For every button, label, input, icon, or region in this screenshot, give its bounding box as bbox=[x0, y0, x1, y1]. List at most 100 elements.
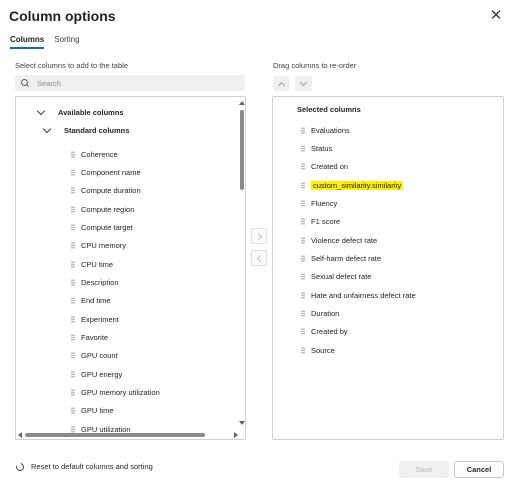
drag-handle-icon[interactable] bbox=[301, 327, 305, 335]
drag-handle-icon[interactable] bbox=[301, 144, 305, 152]
list-item[interactable]: GPU time bbox=[71, 402, 114, 418]
list-item[interactable]: Created on bbox=[301, 158, 348, 174]
list-item[interactable]: CPU memory bbox=[71, 237, 126, 253]
list-item[interactable]: Coherence bbox=[71, 146, 118, 162]
chevron-down-icon[interactable] bbox=[36, 106, 46, 115]
list-item[interactable]: Violence defect rate bbox=[301, 232, 377, 248]
reset-icon bbox=[14, 461, 26, 472]
group-label: Standard columns bbox=[64, 125, 130, 135]
column-label: GPU energy bbox=[81, 369, 123, 379]
column-label: Created on bbox=[311, 161, 349, 171]
list-item[interactable]: Experiment bbox=[71, 311, 119, 327]
scroll-right-icon[interactable] bbox=[234, 432, 238, 438]
list-item[interactable]: Evaluations bbox=[301, 122, 350, 138]
right-section-label: Drag columns to re-order bbox=[273, 61, 357, 70]
list-item[interactable]: GPU count bbox=[71, 347, 118, 363]
drag-handle-icon[interactable] bbox=[301, 272, 305, 280]
drag-handle-icon[interactable] bbox=[301, 254, 305, 262]
list-item[interactable]: Status bbox=[301, 140, 332, 156]
drag-handle-icon[interactable] bbox=[301, 236, 305, 244]
vertical-scroll-thumb[interactable] bbox=[240, 110, 244, 190]
group-standard-columns[interactable]: Standard columns bbox=[42, 122, 130, 138]
horizontal-scroll-thumb[interactable] bbox=[25, 433, 205, 437]
list-item[interactable]: Sexual defect rate bbox=[301, 268, 371, 284]
add-column-button[interactable] bbox=[251, 228, 267, 244]
scroll-left-icon[interactable] bbox=[18, 432, 22, 438]
selected-columns-header: Selected columns bbox=[297, 105, 361, 114]
list-item[interactable]: Favorite bbox=[71, 329, 108, 345]
scroll-down-icon[interactable] bbox=[239, 421, 245, 425]
tab-sorting[interactable]: Sorting bbox=[54, 35, 79, 49]
drag-handle-icon[interactable] bbox=[71, 315, 75, 323]
search-input[interactable] bbox=[37, 78, 237, 88]
horizontal-scrollbar[interactable] bbox=[18, 432, 238, 438]
list-item[interactable]: End time bbox=[71, 292, 111, 308]
drag-handle-icon[interactable] bbox=[71, 406, 75, 414]
list-item[interactable]: Fluency bbox=[301, 195, 337, 211]
drag-handle-icon[interactable] bbox=[71, 205, 75, 213]
column-label: GPU memory utilization bbox=[81, 387, 160, 397]
list-item[interactable]: Self-harm defect rate bbox=[301, 250, 381, 266]
column-label: Self-harm defect rate bbox=[311, 253, 382, 263]
drag-handle-icon[interactable] bbox=[71, 168, 75, 176]
list-item[interactable]: CPU time bbox=[71, 256, 113, 272]
tab-columns[interactable]: Columns bbox=[10, 35, 45, 49]
column-label: Description bbox=[81, 277, 119, 287]
save-button[interactable]: Save bbox=[399, 461, 449, 478]
column-label: Compute region bbox=[81, 204, 135, 214]
list-item[interactable]: Duration bbox=[301, 305, 339, 321]
group-available-columns[interactable]: Available columns bbox=[36, 104, 124, 120]
drag-handle-icon[interactable] bbox=[301, 217, 305, 225]
chevron-down-icon bbox=[299, 78, 308, 86]
scroll-up-icon[interactable] bbox=[239, 101, 245, 105]
chevron-right-icon bbox=[254, 232, 262, 240]
drag-handle-icon[interactable] bbox=[71, 351, 75, 359]
list-item[interactable]: GPU energy bbox=[71, 366, 122, 382]
column-label: Evaluations bbox=[311, 125, 350, 135]
column-label: Fluency bbox=[311, 198, 338, 208]
drag-handle-icon[interactable] bbox=[71, 278, 75, 286]
drag-handle-icon[interactable] bbox=[301, 199, 305, 207]
drag-handle-icon[interactable] bbox=[71, 186, 75, 194]
drag-handle-icon[interactable] bbox=[301, 291, 305, 299]
chevron-down-icon[interactable] bbox=[42, 124, 52, 133]
remove-column-button[interactable] bbox=[251, 250, 267, 266]
drag-handle-icon[interactable] bbox=[71, 241, 75, 249]
drag-handle-icon[interactable] bbox=[301, 162, 305, 170]
column-label: Compute duration bbox=[81, 185, 141, 195]
reset-link[interactable]: Reset to default columns and sorting bbox=[14, 461, 153, 472]
list-item[interactable]: GPU memory utilization bbox=[71, 384, 160, 400]
drag-handle-icon[interactable] bbox=[71, 260, 75, 268]
drag-handle-icon[interactable] bbox=[301, 126, 305, 134]
list-item[interactable]: Compute region bbox=[71, 201, 134, 217]
drag-handle-icon[interactable] bbox=[301, 309, 305, 317]
move-up-button[interactable] bbox=[273, 76, 290, 91]
vertical-scrollbar[interactable] bbox=[239, 101, 245, 427]
drag-handle-icon[interactable] bbox=[71, 296, 75, 304]
search-box[interactable] bbox=[15, 75, 245, 91]
list-item[interactable]: F1 score bbox=[301, 213, 340, 229]
list-item[interactable]: Created by bbox=[301, 323, 348, 339]
available-columns-panel: Available columns Standard columns Coher… bbox=[15, 96, 246, 440]
drag-handle-icon[interactable] bbox=[71, 223, 75, 231]
close-icon[interactable]: ✕ bbox=[489, 8, 503, 23]
list-item[interactable]: Compute target bbox=[71, 219, 133, 235]
list-item[interactable]: custom_similarity.similarity bbox=[301, 177, 404, 193]
selected-columns-panel: Selected columns Evaluations Status Crea… bbox=[272, 96, 504, 440]
drag-handle-icon[interactable] bbox=[71, 333, 75, 341]
drag-handle-icon[interactable] bbox=[71, 370, 75, 378]
drag-handle-icon[interactable] bbox=[71, 388, 75, 396]
list-item[interactable]: Compute duration bbox=[71, 182, 141, 198]
drag-handle-icon[interactable] bbox=[71, 150, 75, 158]
cancel-button[interactable]: Cancel bbox=[454, 461, 504, 478]
list-item[interactable]: Description bbox=[71, 274, 119, 290]
list-item[interactable]: Hate and unfairness defect rate bbox=[301, 287, 416, 303]
list-item[interactable]: Source bbox=[301, 342, 335, 358]
drag-handle-icon[interactable] bbox=[301, 181, 305, 189]
move-down-button[interactable] bbox=[295, 76, 312, 91]
drag-handle-icon[interactable] bbox=[301, 346, 305, 354]
column-label: GPU count bbox=[81, 350, 118, 360]
column-label: Created by bbox=[311, 326, 348, 336]
search-icon bbox=[21, 79, 29, 87]
list-item[interactable]: Component name bbox=[71, 164, 141, 180]
